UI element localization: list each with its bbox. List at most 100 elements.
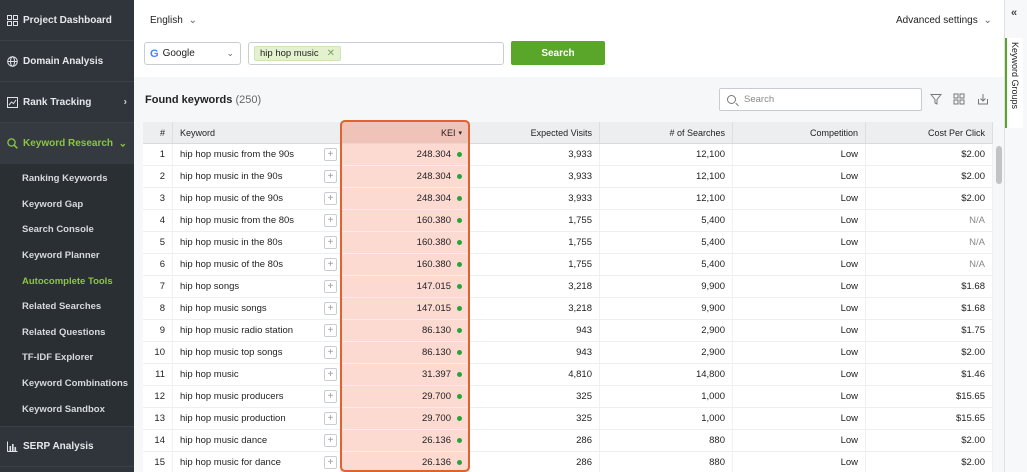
add-icon[interactable]: +: [324, 434, 337, 447]
nav-keyword-research[interactable]: Keyword Research ⌄: [0, 123, 134, 164]
sub-autocomplete-tools[interactable]: Autocomplete Tools: [0, 268, 134, 294]
close-icon[interactable]: ✕: [327, 48, 335, 59]
add-icon[interactable]: +: [324, 192, 337, 205]
table-row[interactable]: 1 hip hop music from the 90s +248.304 3,933…: [143, 144, 993, 166]
cell-num: 3: [143, 188, 173, 209]
add-icon[interactable]: +: [324, 236, 337, 249]
cell-cost-per-click: N/A: [866, 254, 993, 275]
keyword-text: hip hop music in the 80s: [180, 237, 283, 248]
sub-related-questions[interactable]: Related Questions: [0, 320, 134, 346]
cell-cost-per-click: $1.68: [866, 276, 993, 297]
language-dropdown[interactable]: English ⌄: [150, 15, 197, 26]
table-row[interactable]: 6 hip hop music of the 80s +160.380 1,755 5,…: [143, 254, 993, 276]
cell-expected-visits: 325: [470, 386, 600, 407]
sub-keyword-planner[interactable]: Keyword Planner: [0, 243, 134, 269]
add-icon[interactable]: +: [324, 368, 337, 381]
cell-cost-per-click: N/A: [866, 210, 993, 231]
add-icon[interactable]: +: [324, 346, 337, 359]
sub-ranking-keywords[interactable]: Ranking Keywords: [0, 166, 134, 192]
cell-num: 6: [143, 254, 173, 275]
sub-search-console[interactable]: Search Console: [0, 217, 134, 243]
chart-icon: [6, 96, 18, 108]
found-keywords-label: Found keywords: [145, 94, 233, 106]
table-row[interactable]: 7 hip hop songs +147.015 3,218 9,900 Low $1.68: [143, 276, 993, 298]
filter-icon[interactable]: [929, 92, 943, 106]
add-icon[interactable]: +: [324, 148, 337, 161]
table-row[interactable]: 5 hip hop music in the 80s +160.380 1,755 5,…: [143, 232, 993, 254]
columns-icon[interactable]: [952, 92, 966, 106]
cell-expected-visits: 286: [470, 430, 600, 451]
add-icon[interactable]: +: [324, 390, 337, 403]
status-dot-icon: [457, 196, 462, 201]
scrollbar-thumb[interactable]: [996, 146, 1002, 184]
add-icon[interactable]: +: [324, 302, 337, 315]
export-icon[interactable]: [976, 92, 990, 106]
advanced-settings-label: Advanced settings: [896, 15, 978, 26]
col-competition[interactable]: Competition: [733, 122, 866, 143]
add-icon[interactable]: +: [324, 214, 337, 227]
cell-competition: Low: [733, 276, 866, 297]
cell-keyword: hip hop music in the 80s +: [173, 232, 341, 253]
add-icon[interactable]: +: [324, 324, 337, 337]
collapse-icon[interactable]: «: [1011, 7, 1017, 19]
kei-value: 86.130: [421, 325, 451, 336]
table-row[interactable]: 10 hip hop music top songs +86.130 943 2,900…: [143, 342, 993, 364]
add-icon[interactable]: +: [324, 280, 337, 293]
cell-searches: 9,900: [600, 298, 733, 319]
results-search-input[interactable]: Search: [719, 88, 922, 111]
sub-keyword-gap[interactable]: Keyword Gap: [0, 192, 134, 218]
cell-keyword: hip hop music of the 90s +: [173, 188, 341, 209]
add-icon[interactable]: +: [324, 170, 337, 183]
nav-label: Project Dashboard: [23, 14, 112, 26]
chevron-down-icon: ⌄: [188, 15, 197, 26]
table-row[interactable]: 11 hip hop music +31.397 4,810 14,800 Low $1.4…: [143, 364, 993, 386]
add-icon[interactable]: +: [324, 258, 337, 271]
search-engine-select[interactable]: G Google ⌄: [144, 42, 241, 65]
col-kei[interactable]: KEI ▾: [341, 122, 470, 143]
results-search-placeholder: Search: [744, 94, 775, 105]
col-keyword[interactable]: Keyword: [173, 122, 341, 143]
table-row[interactable]: 12 hip hop music producers +29.700 325 1,000…: [143, 386, 993, 408]
chevron-down-icon: ⌄: [118, 138, 127, 149]
table-row[interactable]: 4 hip hop music from the 80s +160.380 1,755…: [143, 210, 993, 232]
col-searches[interactable]: # of Searches: [600, 122, 733, 143]
col-num[interactable]: #: [143, 122, 173, 143]
table-row[interactable]: 2 hip hop music in the 90s +248.304 3,933 12…: [143, 166, 993, 188]
cell-num: 11: [143, 364, 173, 385]
kei-value: 160.380: [416, 237, 451, 248]
status-dot-icon: [457, 240, 462, 245]
cell-searches: 5,400: [600, 210, 733, 231]
col-expected-visits[interactable]: Expected Visits: [470, 122, 600, 143]
keyword-input[interactable]: hip hop music ✕: [248, 42, 504, 65]
nav-project-dashboard[interactable]: Project Dashboard: [0, 0, 134, 41]
search-button[interactable]: Search: [511, 41, 605, 65]
cell-expected-visits: 4,810: [470, 364, 600, 385]
cell-num: 2: [143, 166, 173, 187]
table-row[interactable]: 8 hip hop music songs +147.015 3,218 9,900 Lo…: [143, 298, 993, 320]
cell-kei: 248.304: [341, 144, 470, 165]
keyword-text: hip hop music songs: [180, 303, 267, 314]
table-row[interactable]: 13 hip hop music production +29.700 325 1,00…: [143, 408, 993, 430]
keyword-text: hip hop music from the 80s: [180, 215, 295, 226]
table-row[interactable]: 9 hip hop music radio station +86.130 943 2,…: [143, 320, 993, 342]
search-icon: [727, 95, 736, 104]
add-icon[interactable]: +: [324, 456, 337, 469]
sub-keyword-combinations[interactable]: Keyword Combinations: [0, 371, 134, 397]
vertical-scrollbar[interactable]: [995, 144, 1003, 472]
cell-num: 12: [143, 386, 173, 407]
sub-keyword-sandbox[interactable]: Keyword Sandbox: [0, 396, 134, 422]
cell-expected-visits: 325: [470, 408, 600, 429]
sub-tf-idf-explorer[interactable]: TF-IDF Explorer: [0, 345, 134, 371]
sub-related-searches[interactable]: Related Searches: [0, 294, 134, 320]
nav-domain-analysis[interactable]: Domain Analysis: [0, 41, 134, 82]
nav-rank-tracking[interactable]: Rank Tracking ›: [0, 82, 134, 123]
advanced-settings-dropdown[interactable]: Advanced settings ⌄: [896, 15, 992, 26]
table-row[interactable]: 3 hip hop music of the 90s +248.304 3,933 12…: [143, 188, 993, 210]
table-row[interactable]: 14 hip hop music dance +26.136 286 880 Low $2.…: [143, 430, 993, 452]
add-icon[interactable]: +: [324, 412, 337, 425]
nav-serp-analysis[interactable]: SERP Analysis: [0, 425, 134, 467]
table-row[interactable]: 15 hip hop music for dance +26.136 286 880 Lo…: [143, 452, 993, 472]
sidebar: Project Dashboard Domain Analysis Rank T…: [0, 0, 134, 472]
keyword-groups-tab[interactable]: Keyword Groups: [1005, 38, 1023, 128]
col-cost-per-click[interactable]: Cost Per Click: [866, 122, 993, 143]
